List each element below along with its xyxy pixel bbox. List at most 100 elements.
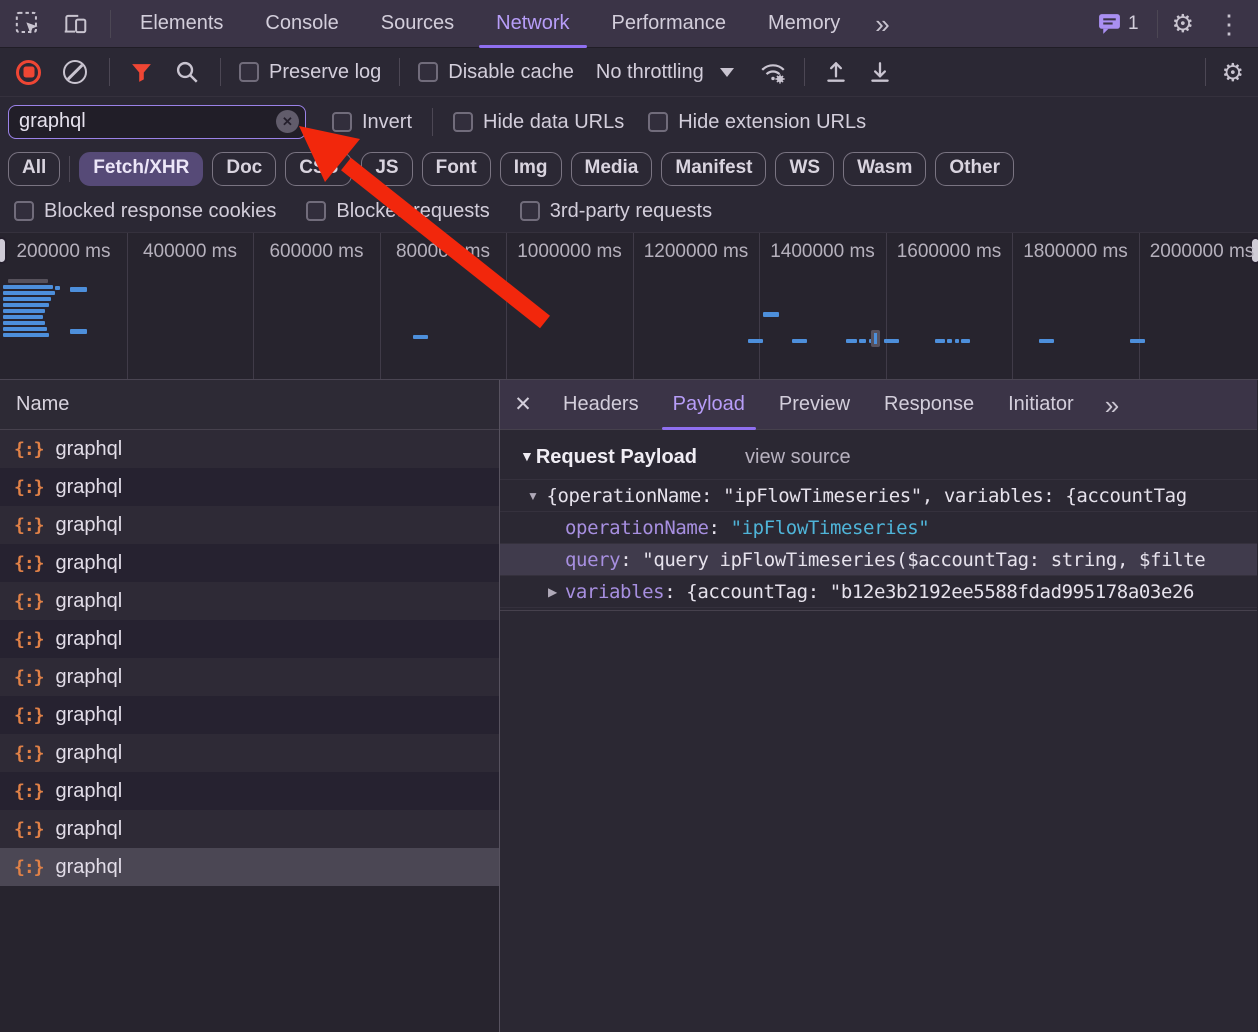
filter-chip-media[interactable]: Media [570, 151, 653, 186]
blocked-requests-checkbox[interactable] [306, 201, 327, 221]
network-activity-bar [871, 330, 880, 347]
request-row[interactable]: {:} graphql [0, 772, 499, 810]
timeline-gridline [886, 233, 887, 379]
inspect-element-icon[interactable] [10, 7, 44, 41]
request-row[interactable]: {:} graphql [0, 734, 499, 772]
export-har-icon[interactable] [863, 55, 897, 89]
issues-count[interactable]: 1 [1128, 13, 1139, 35]
collapse-triangle-icon[interactable]: ▼ [520, 448, 534, 464]
name-column-header[interactable]: Name [0, 380, 499, 430]
detail-tab-preview[interactable]: Preview [762, 380, 867, 430]
clear-filter-icon[interactable]: ✕ [276, 110, 299, 133]
filter-chip-css[interactable]: CSS [285, 151, 353, 186]
filter-chip-font[interactable]: Font [421, 151, 491, 186]
network-conditions-icon[interactable] [756, 55, 790, 89]
tab-console[interactable]: Console [244, 0, 359, 48]
filter-chip-manifest[interactable]: Manifest [661, 151, 767, 186]
detail-tab-response[interactable]: Response [867, 380, 991, 430]
timeline-gridline [253, 233, 254, 379]
request-row[interactable]: {:} graphql [0, 848, 499, 886]
tab-elements[interactable]: Elements [119, 0, 244, 48]
blocked-requests-label: Blocked requests [336, 199, 490, 222]
timeline-gridline [127, 233, 128, 379]
request-name: graphql [55, 475, 123, 498]
filter-chip-img[interactable]: Img [499, 151, 562, 186]
request-row[interactable]: {:} graphql [0, 506, 499, 544]
record-network-log-icon[interactable] [16, 59, 41, 85]
request-row[interactable]: {:} graphql [0, 582, 499, 620]
chips: All Fetch/XHR Doc CSS JS Font Img Media Manifest… [0, 151, 1015, 186]
tab-network[interactable]: Network [475, 0, 590, 48]
issues-icon[interactable] [1092, 7, 1126, 41]
request-row[interactable]: {:} graphql [0, 620, 499, 658]
network-activity-bar [748, 339, 763, 343]
timeline-tick-label: 600000 ms [269, 241, 364, 262]
request-row[interactable]: {:} graphql [0, 430, 499, 468]
blocked-response-cookies-checkbox[interactable] [14, 201, 34, 221]
divider [432, 108, 434, 136]
json-colon: : [664, 580, 687, 603]
network-activity-bar [413, 335, 428, 339]
search-icon[interactable] [170, 55, 204, 89]
payload-variables-row[interactable]: ▶ variables: {accountTag: "b12e3b2192ee5… [500, 575, 1257, 607]
json-request-icon: {:} [14, 666, 44, 688]
request-row[interactable]: {:} graphql [0, 468, 499, 506]
settings-gear-icon[interactable]: ⚙ [1172, 11, 1194, 36]
payload-root-row[interactable]: ▼ {operationName: "ipFlowTimeseries", va… [500, 479, 1257, 511]
timeline-tick-label: 200000 ms [16, 241, 111, 262]
network-overview-timeline[interactable]: 200000 ms 400000 ms 600000 ms 800000 ms 1000… [0, 233, 1258, 380]
json-request-icon: {:} [14, 856, 44, 878]
close-panel-icon[interactable]: ✕ [500, 392, 546, 417]
more-options-icon[interactable]: ⋮ [1210, 11, 1248, 37]
filter-chip-fetch-xhr[interactable]: Fetch/XHR [79, 151, 204, 186]
filter-chip-all[interactable]: All [8, 151, 61, 186]
third-party-requests-label: 3rd-party requests [549, 199, 713, 222]
tab-performance[interactable]: Performance [591, 0, 748, 48]
detail-tab-initiator[interactable]: Initiator [991, 380, 1091, 430]
tab-memory[interactable]: Memory [747, 0, 861, 48]
filter-input[interactable] [8, 105, 306, 139]
expand-triangle-icon[interactable]: ▶ [548, 585, 557, 599]
invert-checkbox[interactable] [332, 112, 352, 132]
hide-data-urls-checkbox[interactable] [453, 112, 474, 132]
filter-chip-ws[interactable]: WS [775, 151, 835, 186]
filter-chip-other[interactable]: Other [935, 151, 1015, 186]
preserve-log-checkbox[interactable] [239, 62, 259, 82]
network-activity-bar [884, 339, 899, 343]
filter-funnel-icon[interactable] [124, 55, 158, 89]
disable-cache-checkbox[interactable] [418, 62, 439, 82]
request-payload-title[interactable]: ▼ Request Payload [520, 446, 697, 469]
network-settings-gear-icon[interactable]: ⚙ [1222, 60, 1244, 85]
request-row[interactable]: {:} graphql [0, 658, 499, 696]
timeline-gridline [380, 233, 381, 379]
timeline-gridline [759, 233, 760, 379]
request-name: graphql [55, 817, 123, 840]
json-request-icon: {:} [14, 438, 44, 460]
network-activity-bar [1130, 339, 1145, 343]
request-row[interactable]: {:} graphql [0, 696, 499, 734]
filter-chip-doc[interactable]: Doc [212, 151, 277, 186]
request-row[interactable]: {:} graphql [0, 544, 499, 582]
payload-query-row[interactable]: query: "query ipFlowTimeseries($accountT… [500, 543, 1257, 575]
filter-chip-js[interactable]: JS [361, 151, 413, 186]
clear-network-log-icon[interactable] [63, 60, 87, 84]
more-detail-tabs-chevron-icon[interactable]: » [1091, 392, 1133, 418]
throttling-select[interactable]: No throttling [596, 61, 704, 84]
hide-extension-urls-checkbox[interactable] [648, 112, 669, 132]
expand-triangle-icon[interactable]: ▼ [527, 489, 539, 503]
view-source-link[interactable]: view source [745, 446, 851, 469]
payload-operation-row[interactable]: operationName: "ipFlowTimeseries" [500, 511, 1257, 543]
import-har-icon[interactable] [819, 55, 853, 89]
detail-tab-headers[interactable]: Headers [546, 380, 656, 430]
json-request-icon: {:} [14, 704, 44, 726]
device-toolbar-icon[interactable] [58, 7, 92, 41]
tab-sources[interactable]: Sources [360, 0, 475, 48]
network-activity-bar [846, 339, 857, 343]
network-activity-bar [8, 279, 48, 283]
third-party-requests-checkbox[interactable] [519, 201, 540, 221]
more-tabs-chevron-icon[interactable]: » [861, 11, 903, 37]
request-row[interactable]: {:} graphql [0, 810, 499, 848]
filter-chip-wasm[interactable]: Wasm [843, 151, 927, 186]
throttling-dropdown-arrow-icon[interactable] [719, 67, 734, 77]
detail-tab-payload[interactable]: Payload [656, 380, 762, 430]
